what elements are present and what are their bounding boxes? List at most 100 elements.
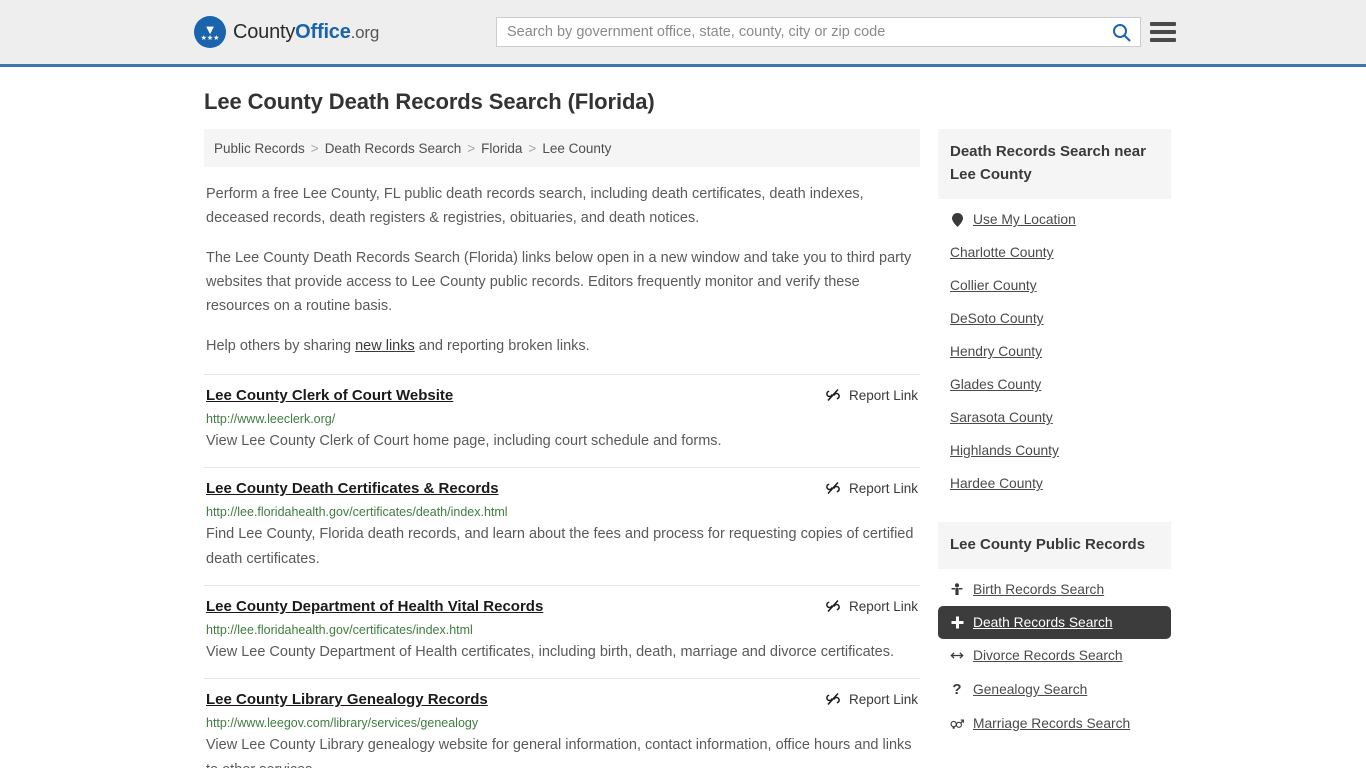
intro-text: Perform a free Lee County, FL public dea… xyxy=(204,182,920,358)
result-description: Find Lee County, Florida death records, … xyxy=(206,526,914,567)
sidebar-link-label[interactable]: Hendry County xyxy=(950,344,1042,359)
countyoffice-logo-icon: ▼ ★★★ xyxy=(194,16,226,48)
sidebar-item-sarasota-county[interactable]: Sarasota County xyxy=(938,401,1171,434)
result-item: Lee County Library Genealogy Records Rep… xyxy=(204,678,920,768)
sidebar-link-label[interactable]: Marriage Records Search xyxy=(973,716,1130,731)
map-pin-icon xyxy=(950,212,964,227)
question-mark-icon: ? xyxy=(952,681,962,698)
sidebar-item-genealogy-search[interactable]: ? Genealogy Search xyxy=(938,672,1171,707)
search-bar xyxy=(496,17,1141,47)
intro-p3-after: and reporting broken links. xyxy=(414,338,590,354)
sidebar-public-records-heading: Lee County Public Records xyxy=(938,522,1171,569)
result-url: http://lee.floridahealth.gov/certificate… xyxy=(206,505,508,519)
intro-paragraph-2: The Lee County Death Records Search (Flo… xyxy=(206,250,912,314)
sidebar-link-label[interactable]: Hardee County xyxy=(950,476,1043,491)
sidebar-nearby-heading: Death Records Search near Lee County xyxy=(938,129,1171,199)
sidebar-link-label[interactable]: Use My Location xyxy=(973,212,1076,227)
breadcrumb-item-death-records-search[interactable]: Death Records Search xyxy=(325,141,462,156)
sidebar-link-label[interactable]: Collier County xyxy=(950,278,1037,293)
result-url: http://www.leeclerk.org/ xyxy=(206,412,336,426)
result-description: View Lee County Department of Health cer… xyxy=(206,644,895,660)
result-url: http://www.leegov.com/library/services/g… xyxy=(206,716,479,730)
report-link-button[interactable]: Report Link xyxy=(825,387,918,403)
sidebar-link-label[interactable]: Sarasota County xyxy=(950,410,1053,425)
sidebar-item-hendry-county[interactable]: Hendry County xyxy=(938,335,1171,368)
sidebar-public-records-block: Lee County Public Records Birth Records … xyxy=(938,522,1171,740)
report-link-button[interactable]: Report Link xyxy=(825,480,918,496)
sidebar-link-label[interactable]: Highlands County xyxy=(950,443,1059,458)
breadcrumb-separator: > xyxy=(467,140,476,156)
result-title-link[interactable]: Lee County Death Certificates & Records xyxy=(206,480,499,497)
site-logo-link[interactable]: ▼ ★★★ CountyOffice.org xyxy=(194,16,379,48)
sidebar-link-label[interactable]: Death Records Search xyxy=(973,615,1113,630)
search-input[interactable] xyxy=(497,18,1102,46)
result-description: View Lee County Library genealogy websit… xyxy=(206,737,912,768)
breadcrumb-item-florida[interactable]: Florida xyxy=(481,141,522,156)
brand-org-text: .org xyxy=(350,22,380,42)
content-columns: Public Records > Death Records Search > … xyxy=(204,129,1366,768)
sidebar-item-charlotte-county[interactable]: Charlotte County xyxy=(938,236,1171,269)
hamburger-bar xyxy=(1150,38,1176,42)
sidebar-item-divorce-records-search[interactable]: Divorce Records Search xyxy=(938,639,1171,672)
sidebar-item-death-records-search[interactable]: Death Records Search xyxy=(938,606,1171,639)
report-link-label: Report Link xyxy=(848,387,918,403)
page-title: Lee County Death Records Search (Florida… xyxy=(204,89,655,114)
baby-icon xyxy=(950,582,964,597)
result-title-link[interactable]: Lee County Clerk of Court Website xyxy=(206,387,453,404)
sidebar-item-collier-county[interactable]: Collier County xyxy=(938,269,1171,302)
breadcrumb: Public Records > Death Records Search > … xyxy=(204,129,920,167)
sidebar-nearby-list: Use My Location Charlotte County Collier… xyxy=(938,203,1171,500)
result-description: View Lee County Clerk of Court home page… xyxy=(206,433,722,449)
sidebar-item-birth-records-search[interactable]: Birth Records Search xyxy=(938,573,1171,606)
sidebar-item-marriage-records-search[interactable]: Marriage Records Search xyxy=(938,707,1171,740)
breadcrumb-item-public-records[interactable]: Public Records xyxy=(214,141,305,156)
result-item: Lee County Clerk of Court Website Report… xyxy=(204,374,920,467)
report-link-button[interactable]: Report Link xyxy=(825,598,918,614)
hamburger-bar xyxy=(1150,22,1176,26)
report-link-label: Report Link xyxy=(848,480,918,496)
breadcrumb-separator: > xyxy=(310,140,319,156)
male-female-icon xyxy=(950,717,964,730)
site-header: ▼ ★★★ CountyOffice.org xyxy=(0,0,1366,67)
search-button[interactable] xyxy=(1102,18,1140,46)
sidebar-link-label[interactable]: Charlotte County xyxy=(950,245,1054,260)
report-link-button[interactable]: Report Link xyxy=(825,691,918,707)
report-link-label: Report Link xyxy=(848,691,918,707)
intro-paragraph-3: Help others by sharing new links and rep… xyxy=(206,334,918,358)
page-body: Lee County Death Records Search (Florida… xyxy=(0,89,1366,768)
result-url: http://lee.floridahealth.gov/certificate… xyxy=(206,623,473,637)
broken-link-icon xyxy=(826,388,840,402)
sidebar: Death Records Search near Lee County Use… xyxy=(938,129,1171,768)
sidebar-item-use-my-location[interactable]: Use My Location xyxy=(938,203,1171,236)
result-item: Lee County Death Certificates & Records … xyxy=(204,467,920,585)
result-title-link[interactable]: Lee County Library Genealogy Records xyxy=(206,691,488,708)
sidebar-public-records-list: Birth Records Search Death Records Searc… xyxy=(938,573,1171,740)
broken-link-icon xyxy=(826,481,840,495)
result-title-link[interactable]: Lee County Department of Health Vital Re… xyxy=(206,598,543,615)
double-arrow-icon xyxy=(950,650,964,661)
broken-link-icon xyxy=(826,599,840,613)
sidebar-item-desoto-county[interactable]: DeSoto County xyxy=(938,302,1171,335)
broken-link-icon xyxy=(826,692,840,706)
sidebar-item-glades-county[interactable]: Glades County xyxy=(938,368,1171,401)
sidebar-item-highlands-county[interactable]: Highlands County xyxy=(938,434,1171,467)
intro-paragraph-1: Perform a free Lee County, FL public dea… xyxy=(206,186,864,226)
hamburger-bar xyxy=(1150,30,1176,34)
sidebar-link-label[interactable]: Glades County xyxy=(950,377,1041,392)
brand-wordmark: CountyOffice.org xyxy=(233,21,379,44)
sidebar-link-label[interactable]: Genealogy Search xyxy=(973,682,1087,697)
sidebar-link-label[interactable]: DeSoto County xyxy=(950,311,1044,326)
results-list: Lee County Clerk of Court Website Report… xyxy=(204,374,920,768)
sidebar-link-label[interactable]: Divorce Records Search xyxy=(973,648,1123,663)
breadcrumb-separator: > xyxy=(528,140,537,156)
cross-plus-icon xyxy=(950,616,964,629)
report-link-label: Report Link xyxy=(848,598,918,614)
new-links-link[interactable]: new links xyxy=(355,338,415,354)
sidebar-link-label[interactable]: Birth Records Search xyxy=(973,582,1104,597)
intro-p3-before: Help others by sharing xyxy=(206,338,356,354)
hamburger-menu-icon[interactable] xyxy=(1150,19,1176,45)
brand-office-text: Office xyxy=(295,20,351,43)
breadcrumb-item-lee-county: Lee County xyxy=(542,140,612,156)
sidebar-item-hardee-county[interactable]: Hardee County xyxy=(938,467,1171,500)
result-item: Lee County Department of Health Vital Re… xyxy=(204,585,920,678)
